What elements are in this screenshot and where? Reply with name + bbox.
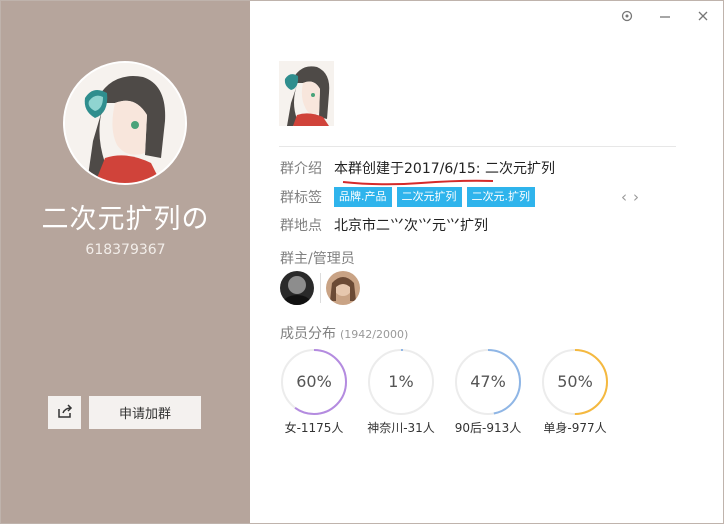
location-value: 北京市二⺍次⺍元⺍扩列	[334, 218, 488, 234]
distribution-ring: 1%	[366, 347, 436, 417]
intro-label: 群介绍	[280, 161, 322, 177]
group-name: 二次元扩列の	[41, 204, 210, 235]
red-underline-annotation	[342, 179, 494, 186]
group-id: 618379367	[85, 242, 166, 258]
join-group-button[interactable]: 申请加群	[89, 396, 201, 429]
ring-percent: 1%	[388, 372, 414, 391]
distribution-ring: 60%	[279, 347, 349, 417]
intro-value: 本群创建于2017/6/15: 二次元扩列	[334, 161, 555, 177]
ring-caption: 单身-977人	[543, 421, 607, 435]
tags-label: 群标签	[280, 190, 322, 206]
profile-panel: 二次元扩列の 618379367 申请加群	[1, 1, 250, 523]
tag-item[interactable]: 品牌.产品	[334, 187, 392, 207]
chevron-right-icon[interactable]: ›	[633, 188, 639, 206]
intro-row: 群介绍 本群创建于2017/6/15: 二次元扩列	[280, 158, 555, 178]
admin-avatar[interactable]	[280, 271, 314, 305]
ring-caption: 女-1175人	[284, 421, 344, 435]
distribution-ring: 47%	[453, 347, 523, 417]
location-label: 群地点	[280, 218, 322, 234]
close-icon[interactable]	[695, 9, 711, 25]
distribution-ring: 50%	[540, 347, 610, 417]
distribution-title: 成员分布	[280, 326, 336, 342]
ring-percent: 50%	[557, 372, 593, 391]
distribution-label: 成员分布 (1942/2000)	[280, 323, 408, 343]
admin-avatar[interactable]	[326, 271, 360, 305]
member-count: (1942/2000)	[340, 328, 409, 341]
tag-item[interactable]: 二次元扩列	[396, 187, 462, 207]
share-icon	[57, 403, 73, 423]
group-avatar	[65, 63, 185, 183]
titlebar-controls	[619, 9, 711, 25]
ring-caption: 90后-913人	[454, 421, 522, 435]
ring-caption: 神奈川-31人	[367, 421, 435, 435]
settings-icon[interactable]	[619, 9, 635, 25]
header-divider	[279, 146, 676, 147]
tag-pager: ‹ ›	[621, 188, 639, 206]
tag-item[interactable]: 二次元.扩列	[466, 187, 535, 207]
share-button[interactable]	[48, 396, 81, 429]
chevron-left-icon[interactable]: ‹	[621, 188, 627, 206]
minimize-icon[interactable]	[657, 9, 673, 25]
admins-label: 群主/管理员	[280, 251, 355, 267]
admin-divider	[320, 273, 321, 303]
tags-row: 群标签 品牌.产品 二次元扩列 二次元.扩列	[280, 187, 535, 207]
location-row: 群地点 北京市二⺍次⺍元⺍扩列	[280, 215, 488, 235]
group-card-window: 二次元扩列の 618379367 申请加群 群介绍 本群创建于2017/6/15…	[0, 0, 724, 524]
group-thumbnail	[279, 61, 334, 126]
ring-percent: 60%	[296, 372, 332, 391]
ring-percent: 47%	[470, 372, 506, 391]
tag-list: 品牌.产品 二次元扩列 二次元.扩列	[334, 187, 535, 207]
